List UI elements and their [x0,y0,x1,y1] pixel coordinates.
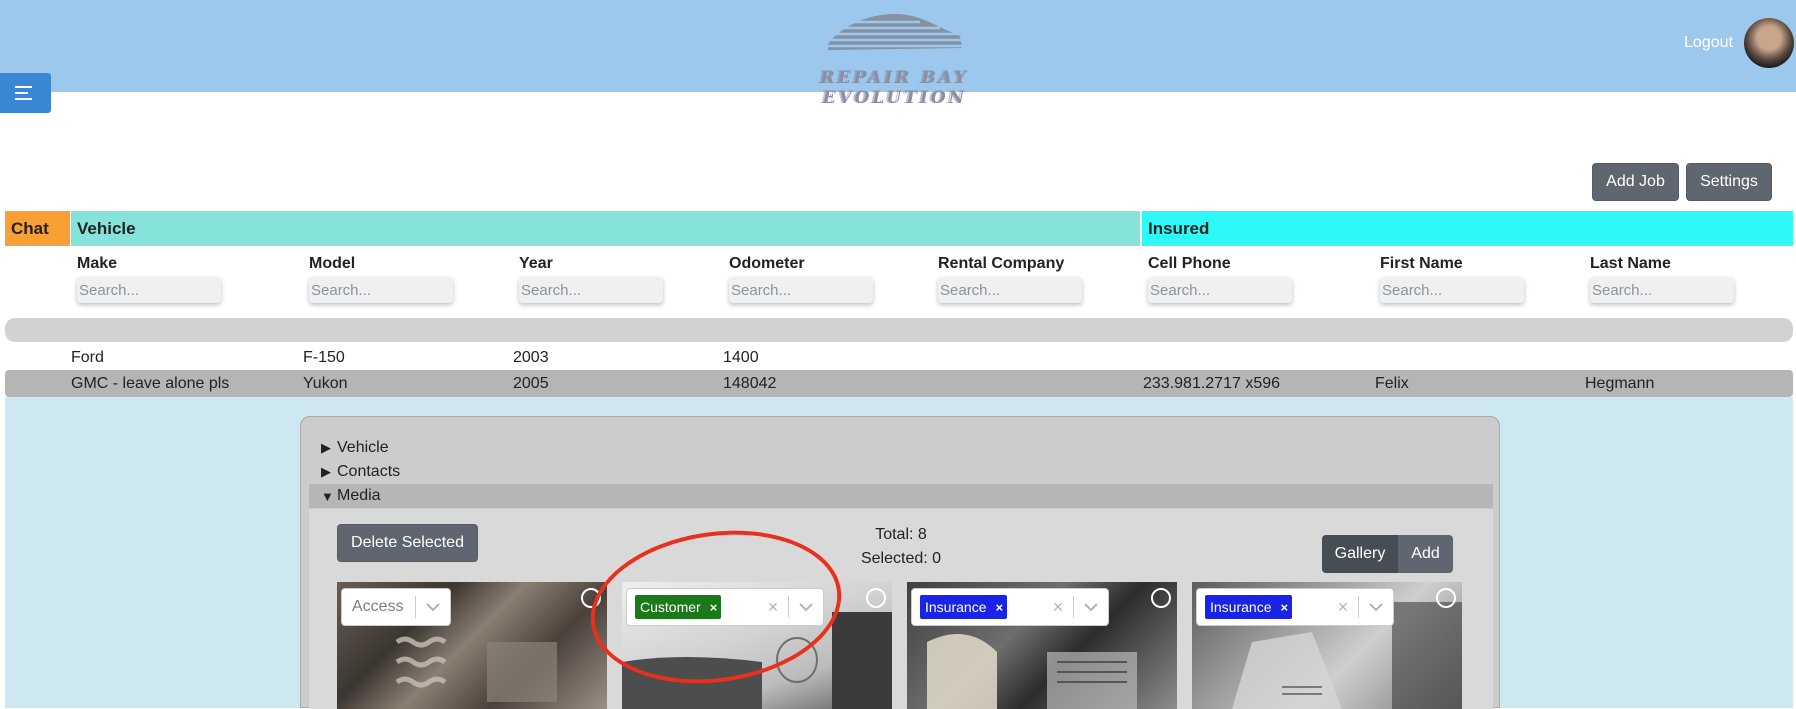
cell-model: F-150 [303,349,345,366]
column-header-make[interactable]: Make [77,255,117,273]
search-input-year[interactable] [519,277,663,303]
caret-right-icon: ▶ [321,440,331,455]
search-input-make[interactable] [77,277,221,303]
gallery-view-button[interactable]: Gallery [1322,535,1398,573]
caret-right-icon: ▶ [321,464,331,479]
group-header-insured: Insured [1142,211,1793,246]
group-header-chat: Chat [5,211,70,246]
logout-link[interactable]: Logout [1684,34,1733,52]
row-detail-panel: ▶ Vehicle ▶ Contacts ▼ Media Delete Sele… [300,416,1500,709]
section-vehicle-toggle[interactable]: ▶ Vehicle [309,436,1493,460]
chevron-down-icon[interactable] [789,602,823,612]
media-tag-select[interactable]: Insurance × × [1196,588,1394,626]
cell-year: 2005 [513,375,549,392]
cell-odometer: 148042 [723,375,777,392]
cell-make: Ford [71,349,104,366]
column-header-model[interactable]: Model [309,255,355,273]
cell-first-name: Felix [1375,375,1409,392]
add-media-button[interactable]: Add [1398,535,1453,573]
media-thumbnail[interactable]: Customer × × [622,582,892,709]
media-selected-count: Selected: 0 [860,550,942,567]
media-total: Total: 8 [875,526,927,543]
table-row[interactable]: Ford F-150 2003 1400 [5,344,1793,371]
clear-icon[interactable]: × [1043,597,1073,618]
cell-model: Yukon [303,375,348,392]
cell-cell-phone: 233.981.2717 x596 [1143,375,1281,392]
column-header-year[interactable]: Year [519,255,553,273]
clear-icon[interactable]: × [1328,597,1358,618]
search-input-model[interactable] [309,277,453,303]
select-circle-checkbox[interactable] [1151,588,1171,608]
column-header-last-name[interactable]: Last Name [1590,255,1671,273]
car-logo-icon [820,14,965,50]
section-media-toggle[interactable]: ▼ Media [309,484,1493,508]
search-input-cell-phone[interactable] [1148,277,1292,303]
select-circle-checkbox[interactable] [581,588,601,608]
section-contacts-toggle[interactable]: ▶ Contacts [309,460,1493,484]
media-thumbnail[interactable]: Insurance × × [1192,582,1462,709]
cell-odometer: 1400 [723,349,759,366]
group-header-vehicle: Vehicle [71,211,1140,246]
tag-label: Insurance [1210,599,1272,615]
tag-insurance: Insurance × [1205,595,1293,619]
tag-select-placeholder: Access [352,598,404,615]
chevron-down-icon[interactable] [1359,602,1393,612]
filter-bar [5,318,1793,342]
chevron-down-icon[interactable] [1074,602,1108,612]
tag-insurance: Insurance × [920,595,1008,619]
tag-remove-icon[interactable]: × [995,600,1003,615]
caret-down-icon: ▼ [321,488,334,504]
section-label: Contacts [337,463,401,480]
media-thumbnail[interactable]: Access [337,582,607,709]
column-header-first-name[interactable]: First Name [1380,255,1463,273]
search-input-odometer[interactable] [729,277,873,303]
column-header-odometer[interactable]: Odometer [729,255,805,273]
top-bar: REPAIR BAY EVOLUTION Logout [0,0,1796,108]
search-input-last-name[interactable] [1590,277,1734,303]
settings-button[interactable]: Settings [1686,163,1772,201]
cell-last-name: Hegmann [1585,375,1655,392]
section-label: Media [337,487,381,504]
hamburger-menu-button[interactable] [0,73,51,113]
select-circle-checkbox[interactable] [866,588,886,608]
column-header-rental-company[interactable]: Rental Company [938,255,1064,273]
media-tag-select[interactable]: Customer × × [626,588,824,626]
table-row-selected[interactable]: GMC - leave alone pls Yukon 2005 148042 … [5,370,1793,397]
select-circle-checkbox[interactable] [1436,588,1456,608]
app-logo[interactable]: REPAIR BAY EVOLUTION [745,6,1045,108]
search-input-rental-company[interactable] [938,277,1082,303]
cell-make: GMC - leave alone pls [71,375,230,392]
chevron-down-icon[interactable] [416,602,450,612]
column-header-cell-phone[interactable]: Cell Phone [1148,255,1231,273]
section-label: Vehicle [337,439,389,456]
tag-remove-icon[interactable]: × [1280,600,1288,615]
tag-remove-icon[interactable]: × [710,600,718,615]
menu-icon [15,92,28,94]
tag-label: Customer [640,599,701,615]
cell-year: 2003 [513,349,549,366]
media-view-toggle: Gallery Add [1322,535,1453,573]
media-tag-select[interactable]: Insurance × × [911,588,1109,626]
media-tag-select[interactable]: Access [341,588,451,626]
tag-customer: Customer × [635,595,722,619]
add-job-button[interactable]: Add Job [1592,163,1679,201]
menu-icon [15,86,32,88]
logo-text: REPAIR BAY EVOLUTION [820,68,970,108]
tag-label: Insurance [925,599,987,615]
avatar[interactable] [1744,18,1794,68]
search-input-first-name[interactable] [1380,277,1524,303]
clear-icon[interactable]: × [758,597,788,618]
menu-icon [15,98,32,100]
media-thumbnail[interactable]: Insurance × × [907,582,1177,709]
